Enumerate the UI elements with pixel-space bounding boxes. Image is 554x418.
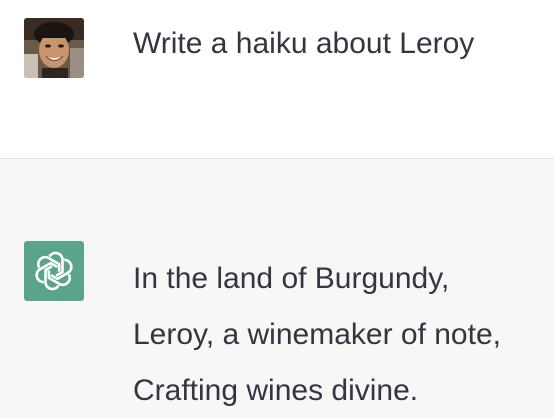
assistant-reply: In the land of Burgundy, Leroy, a winema… bbox=[133, 251, 501, 418]
reply-line-3: Crafting wines divine. bbox=[133, 374, 419, 407]
user-message-text: Write a haiku about Leroy bbox=[133, 27, 475, 60]
conversation: Write a haiku about Leroy In the land of… bbox=[0, 0, 554, 418]
assistant-avatar bbox=[24, 241, 84, 301]
openai-logo-icon bbox=[34, 251, 74, 291]
reply-line-2: Leroy, a winemaker of note, bbox=[133, 318, 501, 351]
reply-line-1: In the land of Burgundy, bbox=[133, 262, 450, 295]
user-photo-avatar bbox=[24, 18, 84, 78]
user-avatar bbox=[24, 18, 84, 78]
user-message: Write a haiku about Leroy bbox=[0, 0, 554, 158]
assistant-message: In the land of Burgundy, Leroy, a winema… bbox=[0, 159, 554, 418]
